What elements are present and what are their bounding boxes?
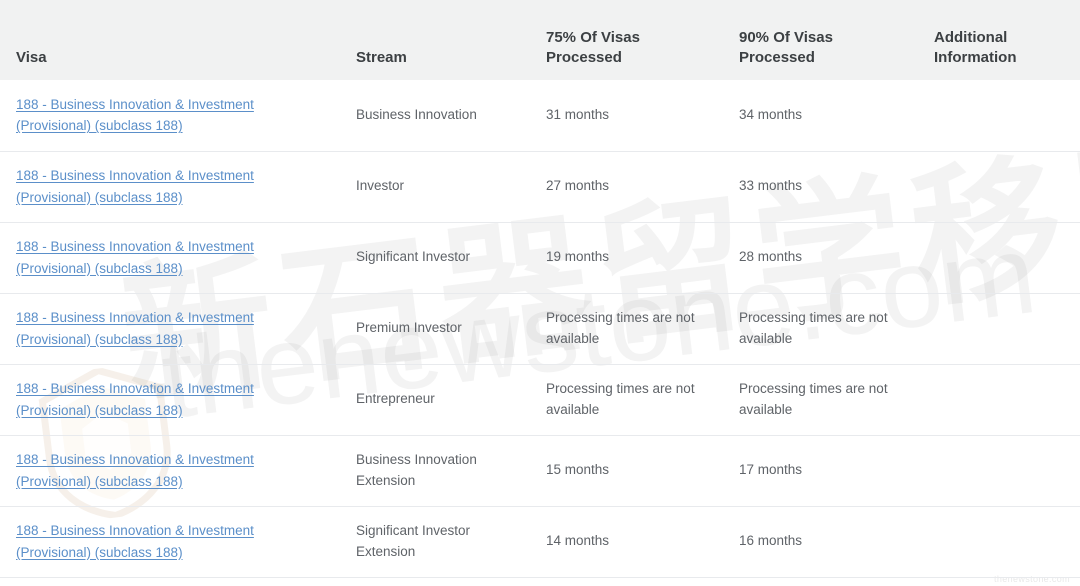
table-body: 188 - Business Innovation & Investment (… [0,80,1080,578]
cell-75-percent-processed: 15 months [530,435,723,507]
table-header-row: Visa Stream 75% Of Visas Processed 90% O… [0,0,1080,80]
cell-stream: Investor [340,151,530,223]
cell-additional-information [918,293,1080,365]
cell-additional-information [918,506,1080,578]
table-row: 188 - Business Innovation & Investment (… [0,293,1080,365]
visa-link[interactable]: 188 - Business Innovation & Investment (… [16,310,254,347]
visa-link[interactable]: 188 - Business Innovation & Investment (… [16,168,254,205]
cell-stream: Premium Investor [340,293,530,365]
table-row: 188 - Business Innovation & Investment (… [0,222,1080,294]
cell-90-percent-processed: 28 months [723,222,918,294]
cell-75-percent-processed: 19 months [530,222,723,294]
cell-90-percent-processed: 17 months [723,435,918,507]
cell-additional-information [918,80,1080,152]
cell-90-percent-processed: Processing times are not available [723,364,918,436]
cell-visa: 188 - Business Innovation & Investment (… [0,435,340,507]
cell-additional-information [918,151,1080,223]
cell-stream: Significant Investor [340,222,530,294]
cell-visa: 188 - Business Innovation & Investment (… [0,293,340,365]
cell-90-percent-processed: 16 months [723,506,918,578]
visa-link[interactable]: 188 - Business Innovation & Investment (… [16,381,254,418]
table-row: 188 - Business Innovation & Investment (… [0,364,1080,436]
cell-stream: Significant Investor Extension [340,506,530,578]
cell-90-percent-processed: 33 months [723,151,918,223]
cell-90-percent-processed: 34 months [723,80,918,152]
cell-visa: 188 - Business Innovation & Investment (… [0,364,340,436]
cell-visa: 188 - Business Innovation & Investment (… [0,506,340,578]
cell-visa: 188 - Business Innovation & Investment (… [0,151,340,223]
table-row: 188 - Business Innovation & Investment (… [0,435,1080,507]
column-header-stream: Stream [356,48,407,66]
cell-75-percent-processed: Processing times are not available [530,364,723,436]
cell-75-percent-processed: 31 months [530,80,723,152]
visa-link[interactable]: 188 - Business Innovation & Investment (… [16,452,254,489]
cell-75-percent-processed: 27 months [530,151,723,223]
visa-link[interactable]: 188 - Business Innovation & Investment (… [16,239,254,276]
cell-visa: 188 - Business Innovation & Investment (… [0,222,340,294]
cell-75-percent-processed: Processing times are not available [530,293,723,365]
visa-link[interactable]: 188 - Business Innovation & Investment (… [16,523,254,560]
cell-additional-information [918,435,1080,507]
cell-visa: 188 - Business Innovation & Investment (… [0,80,340,152]
column-header-90-percent-processed: 90% Of Visas Processed [739,28,833,66]
cell-stream: Business Innovation Extension [340,435,530,507]
cell-stream: Entrepreneur [340,364,530,436]
cell-stream: Business Innovation [340,80,530,152]
visa-link[interactable]: 188 - Business Innovation & Investment (… [16,97,254,134]
column-header-75-percent-processed: 75% Of Visas Processed [546,28,640,66]
cell-90-percent-processed: Processing times are not available [723,293,918,365]
table-header: Visa Stream 75% Of Visas Processed 90% O… [0,0,1080,80]
cell-additional-information [918,222,1080,294]
table-row: 188 - Business Innovation & Investment (… [0,80,1080,152]
visa-processing-times-table: Visa Stream 75% Of Visas Processed 90% O… [0,0,1080,578]
cell-additional-information [918,364,1080,436]
table-row: 188 - Business Innovation & Investment (… [0,506,1080,578]
table-row: 188 - Business Innovation & Investment (… [0,151,1080,223]
column-header-visa: Visa [16,48,47,66]
column-header-additional-information: Additional Information [934,28,1017,66]
cell-75-percent-processed: 14 months [530,506,723,578]
